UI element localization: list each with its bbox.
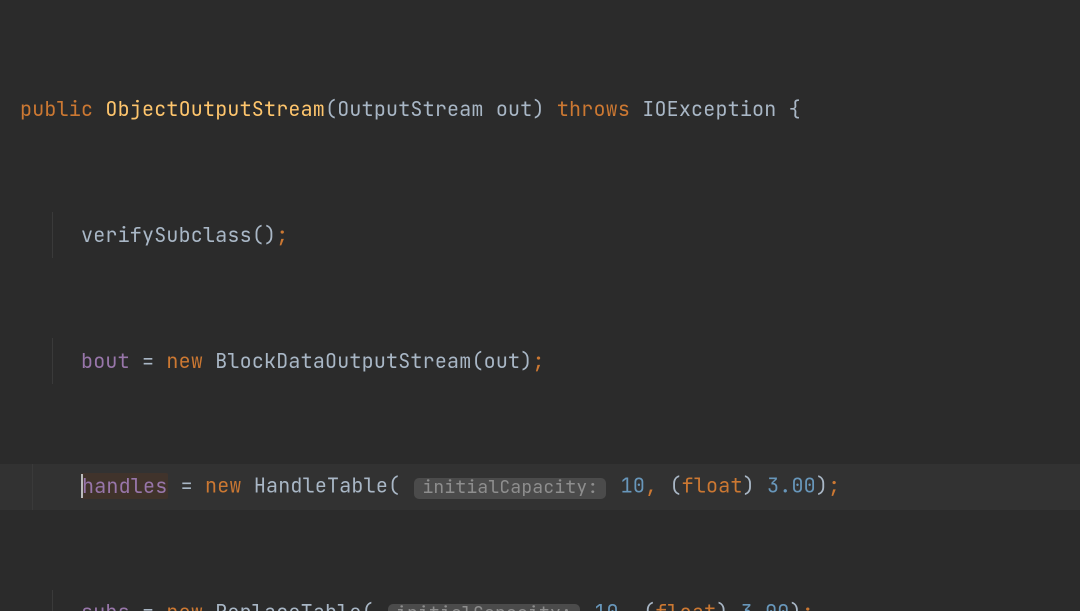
class-name: BlockDataOutputStream xyxy=(215,348,471,374)
number-literal: 10 xyxy=(621,473,645,499)
param-hint: initialCapacity: xyxy=(414,478,606,499)
open-paren-icon: ( xyxy=(669,473,681,499)
method-call: verifySubclass xyxy=(81,222,252,248)
keyword-new: new xyxy=(205,473,242,499)
field-ref: handles xyxy=(81,473,168,499)
class-name: ReplaceTable xyxy=(215,599,361,611)
indent-guide-icon xyxy=(32,464,33,510)
indent-guide-icon xyxy=(52,212,53,258)
open-paren-icon: ( xyxy=(643,599,655,611)
keyword-new: new xyxy=(166,599,203,611)
number-literal: 3.00 xyxy=(767,473,816,499)
keyword-throws: throws xyxy=(557,96,630,122)
keyword-new: new xyxy=(166,348,203,374)
code-editor[interactable]: public ObjectOutputStream(OutputStream o… xyxy=(0,0,1080,611)
semicolon-icon: ; xyxy=(532,348,544,374)
code-line[interactable]: verifySubclass(); xyxy=(20,212,1080,258)
equals-icon: = xyxy=(142,599,154,611)
class-name: HandleTable xyxy=(254,473,388,499)
semicolon-icon: ; xyxy=(828,473,840,499)
indent-guide-icon xyxy=(52,338,53,384)
keyword-float: float xyxy=(655,599,716,611)
param-type: OutputStream xyxy=(337,96,483,122)
equals-icon: = xyxy=(181,473,193,499)
field-ref: subs xyxy=(81,599,130,611)
semicolon-icon: ; xyxy=(802,599,814,611)
throws-type: IOException xyxy=(642,96,776,122)
open-paren-icon: ( xyxy=(325,96,337,122)
code-line-current[interactable]: handles = new HandleTable( initialCapaci… xyxy=(0,464,1080,510)
code-line[interactable]: public ObjectOutputStream(OutputStream o… xyxy=(20,86,1080,132)
semicolon-icon: ; xyxy=(276,222,288,248)
close-paren-icon: ) xyxy=(789,599,801,611)
close-paren-icon: ) xyxy=(816,473,828,499)
number-literal: 10 xyxy=(594,599,618,611)
comma-icon: , xyxy=(619,599,631,611)
open-paren-icon: ( xyxy=(362,599,374,611)
field-ref: bout xyxy=(81,348,130,374)
method-name: ObjectOutputStream xyxy=(105,96,325,122)
code-line[interactable]: subs = new ReplaceTable( initialCapacity… xyxy=(20,590,1080,611)
keyword-public: public xyxy=(20,96,93,122)
close-paren-icon: ) xyxy=(520,348,532,374)
open-brace-icon: { xyxy=(789,96,801,122)
open-paren-icon: ( xyxy=(252,222,264,248)
code-line[interactable]: bout = new BlockDataOutputStream(out); xyxy=(20,338,1080,384)
param-hint: initialCapacity: xyxy=(388,604,580,611)
number-literal: 3.00 xyxy=(741,599,790,611)
close-paren-icon: ) xyxy=(716,599,728,611)
param-name: out xyxy=(496,96,533,122)
keyword-float: float xyxy=(682,473,743,499)
indent-guide-icon xyxy=(52,590,53,611)
open-paren-icon: ( xyxy=(388,473,400,499)
close-paren-icon: ) xyxy=(264,222,276,248)
comma-icon: , xyxy=(645,473,657,499)
close-paren-icon: ) xyxy=(743,473,755,499)
open-paren-icon: ( xyxy=(471,348,483,374)
close-paren-icon: ) xyxy=(532,96,544,122)
arg: out xyxy=(484,348,521,374)
equals-icon: = xyxy=(142,348,154,374)
text-caret-icon xyxy=(81,474,83,498)
